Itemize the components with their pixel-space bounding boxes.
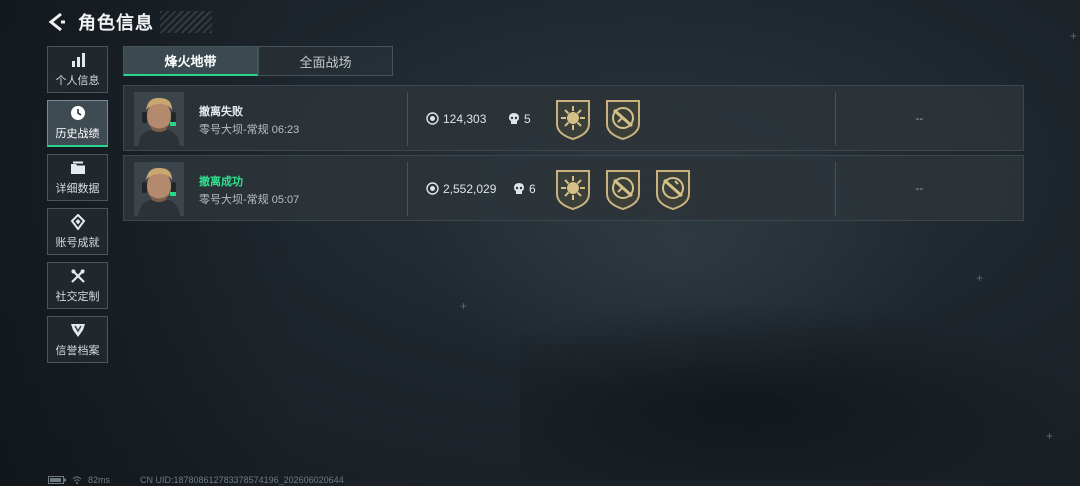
- sidebar-item-achievements[interactable]: 账号成就: [47, 208, 108, 255]
- extra-info: --: [915, 113, 923, 125]
- folder-icon: [70, 161, 85, 174]
- rifle-badge-icon: [606, 100, 640, 140]
- title-decoration: [160, 11, 212, 33]
- bar-chart-icon: [71, 52, 85, 67]
- crosshair-mark: +: [976, 271, 984, 285]
- sidebar-item-label: 信誉档案: [55, 344, 100, 357]
- map-and-duration: 零号大坝-常规 06:23: [199, 124, 300, 136]
- map-and-duration: 零号大坝-常规 05:07: [199, 194, 300, 206]
- sidebar-item-label: 个人信息: [55, 74, 100, 87]
- ping-value: 82ms: [88, 475, 111, 485]
- extraction-status: 撤离成功: [199, 176, 243, 188]
- diamond-icon: [70, 213, 85, 230]
- page-header: 角色信息: [46, 8, 212, 36]
- user-uid: CN UID:18780861278337857419​6_2026060206…: [140, 475, 344, 485]
- background-ground: [520, 300, 1080, 480]
- page-title: 角色信息: [78, 13, 154, 33]
- match-record-row[interactable]: 撤离成功 零号大坝-常规 05:07 2,552,029 6 --: [123, 155, 1024, 221]
- sidebar-item-personal-info[interactable]: 个人信息: [47, 46, 108, 93]
- shield-icon: [70, 323, 85, 337]
- skull-icon: [509, 113, 519, 124]
- crosshair-mark: +: [1070, 29, 1078, 43]
- coin-icon: [426, 182, 439, 195]
- column-divider: [835, 92, 836, 146]
- sidebar-item-credit-record[interactable]: 信誉档案: [47, 316, 108, 363]
- wifi-icon: [72, 476, 82, 484]
- tab-full-battlefield[interactable]: 全面战场: [258, 46, 393, 76]
- status-footer: 82ms CN UID:18780861278337857419​6_20260…: [48, 474, 344, 486]
- sidebar-item-label: 详细数据: [55, 182, 100, 195]
- extra-info: --: [915, 183, 923, 195]
- tab-warfare-zone[interactable]: 烽火地带: [123, 46, 258, 76]
- coin-icon: [426, 112, 439, 125]
- match-record-row[interactable]: 撤离失败 零号大坝-常规 06:23 124,303 5 --: [123, 85, 1024, 151]
- sidebar-item-detailed-data[interactable]: 详细数据: [47, 154, 108, 201]
- rifle-badge-icon: [656, 170, 690, 210]
- back-arrow-icon[interactable]: [46, 11, 68, 33]
- coin-value: 124,303: [443, 112, 487, 126]
- avatar: [134, 162, 184, 216]
- sun-badge-icon: [556, 170, 590, 210]
- crosshair-mark: +: [460, 299, 468, 313]
- sidebar-item-match-history[interactable]: 历史战绩: [47, 100, 108, 147]
- wrench-icon: [70, 268, 85, 283]
- sidebar-item-label: 账号成就: [55, 236, 100, 249]
- mode-tabs: 烽火地带 全面战场: [123, 46, 393, 76]
- battery-icon: [48, 476, 66, 484]
- crosshair-mark: +: [1046, 429, 1054, 443]
- extraction-status: 撤离失败: [199, 106, 243, 118]
- column-divider: [835, 162, 836, 216]
- kill-count: 6: [529, 182, 536, 196]
- skull-icon: [514, 183, 524, 194]
- sidebar-item-label: 历史战绩: [55, 128, 100, 140]
- sidebar: 个人信息 历史战绩 详细数据 账号成就 社交定制 信誉档案: [47, 46, 110, 370]
- sidebar-item-label: 社交定制: [55, 290, 100, 303]
- avatar: [134, 92, 184, 146]
- sidebar-item-social-custom[interactable]: 社交定制: [47, 262, 108, 309]
- clock-icon: [70, 106, 85, 120]
- sun-badge-icon: [556, 100, 590, 140]
- column-divider: [407, 92, 408, 146]
- column-divider: [407, 162, 408, 216]
- kill-count: 5: [524, 112, 531, 126]
- rifle-badge-icon: [606, 170, 640, 210]
- coin-value: 2,552,029: [443, 182, 497, 196]
